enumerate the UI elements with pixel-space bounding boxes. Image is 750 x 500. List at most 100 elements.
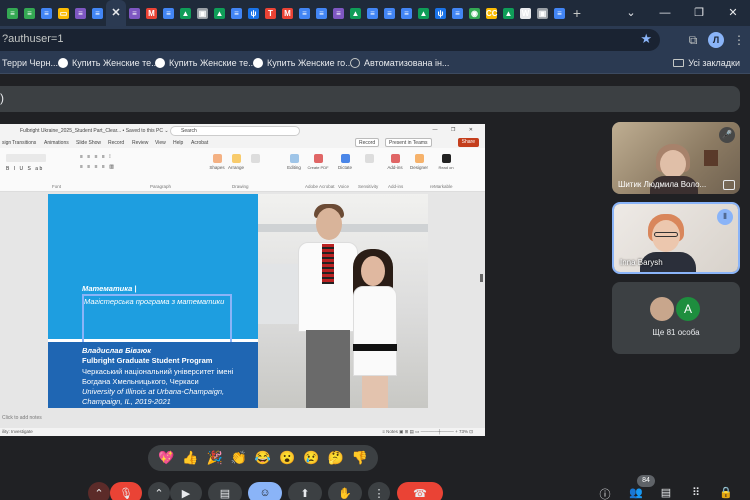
browser-tab[interactable]: ψ: [245, 0, 262, 26]
mic-options-chevron[interactable]: ⌃: [88, 482, 110, 500]
font-box[interactable]: [6, 154, 46, 162]
browser-tab[interactable]: ≡: [21, 0, 38, 26]
people-icon[interactable]: 👥: [626, 486, 646, 499]
browser-tab[interactable]: ≡: [38, 0, 55, 26]
minimize-button[interactable]: —: [648, 0, 682, 26]
extensions-icon[interactable]: ⧉: [682, 33, 704, 48]
raise-hand-button[interactable]: ✋: [328, 482, 362, 500]
browser-tab[interactable]: ≡: [364, 0, 381, 26]
browser-tab[interactable]: M: [143, 0, 160, 26]
browser-tab[interactable]: ▭: [55, 0, 72, 26]
sensitivity-button[interactable]: [357, 154, 381, 165]
all-bookmarks-button[interactable]: Усі закладки: [673, 58, 740, 68]
browser-tab[interactable]: ≡: [398, 0, 415, 26]
browser-tab[interactable]: ≡: [126, 0, 143, 26]
share-button[interactable]: Share: [457, 138, 479, 147]
camera-options-chevron[interactable]: ⌃: [148, 482, 170, 500]
bookmark-item[interactable]: Купить Женские те...: [155, 58, 256, 68]
browser-tab[interactable]: ψ: [432, 0, 449, 26]
surprised-reaction-button[interactable]: 😮: [279, 445, 295, 471]
close-icon[interactable]: ✕: [111, 7, 122, 19]
camera-button[interactable]: ▶: [170, 482, 202, 500]
tab-search-icon[interactable]: ⌄: [614, 0, 648, 26]
browser-tab[interactable]: ≡: [89, 0, 106, 26]
participant-tile[interactable]: 🎤 Шитик Людмила Воло...: [612, 122, 740, 194]
font-format-icons[interactable]: B I U S ab: [6, 166, 50, 172]
paragraph-icons[interactable]: ≡ ≡ ≡ ≡ ⁞: [80, 154, 140, 160]
clap-reaction-button[interactable]: 👏: [231, 445, 247, 471]
thumbs-down-reaction-button[interactable]: 👎: [352, 445, 368, 471]
quick-styles-button[interactable]: [243, 154, 267, 165]
new-tab-button[interactable]: +: [568, 5, 586, 21]
profile-avatar[interactable]: Л: [708, 32, 724, 48]
browser-tab[interactable]: CC: [483, 0, 500, 26]
ribbon-tab[interactable]: Record: [108, 140, 124, 146]
heart-reaction-button[interactable]: 💖: [158, 445, 174, 471]
paragraph-align-icons[interactable]: ≡ ≡ ≡ ≡ ▥: [80, 164, 140, 170]
restore-button[interactable]: ❐: [682, 0, 716, 26]
powerpoint-search[interactable]: Search: [170, 126, 300, 136]
mic-button[interactable]: 🎙: [110, 482, 142, 500]
designer-button[interactable]: Designer: [407, 154, 431, 170]
end-call-button[interactable]: ☎: [397, 482, 443, 500]
participant-tile-active-speaker[interactable]: ⦀ Inna Barysh: [612, 202, 740, 274]
ribbon-tab[interactable]: Animations: [44, 140, 69, 146]
browser-tab[interactable]: ≡: [381, 0, 398, 26]
more-options-button[interactable]: ⋮: [368, 482, 390, 500]
editing-button[interactable]: Editing: [282, 154, 306, 170]
record-button[interactable]: Record: [355, 138, 380, 147]
bookmark-item[interactable]: Купить Женские те...: [58, 58, 159, 68]
thumbs-up-reaction-button[interactable]: 👍: [182, 445, 198, 471]
browser-tab[interactable]: ▲: [211, 0, 228, 26]
more-participants-tile[interactable]: A Ще 81 особа: [612, 282, 740, 354]
bookmark-item[interactable]: Автоматизована ін...: [350, 58, 449, 68]
menu-icon[interactable]: ⋮: [728, 33, 750, 47]
captions-button[interactable]: ▤: [208, 482, 242, 500]
browser-tab[interactable]: M: [279, 0, 296, 26]
chat-icon[interactable]: ▤: [656, 486, 676, 499]
url-text[interactable]: ?authuser=1: [2, 33, 63, 45]
sad-reaction-button[interactable]: 😢: [303, 445, 319, 471]
thinking-reaction-button[interactable]: 🤔: [328, 445, 344, 471]
close-window-button[interactable]: ✕: [716, 0, 750, 26]
view-zoom-controls[interactable]: ≡ Notes ▣ ⊞ ▤ ▭ —────┼──── + 73% ⊡: [382, 429, 473, 435]
ribbon-tab[interactable]: View: [155, 140, 166, 146]
host-controls-icon[interactable]: 🔒: [716, 486, 736, 499]
present-in-teams-button[interactable]: Present in Teams: [385, 138, 432, 147]
browser-tab[interactable]: ▲: [177, 0, 194, 26]
info-icon[interactable]: ⓘ: [595, 486, 615, 500]
dictate-button[interactable]: Dictate: [333, 154, 357, 170]
browser-tab[interactable]: ≡: [160, 0, 177, 26]
omnibox[interactable]: ?authuser=1 ★: [0, 29, 660, 51]
browser-tab[interactable]: ≡: [228, 0, 245, 26]
bookmark-item[interactable]: Купить Женские го...: [253, 58, 353, 68]
ribbon-tab[interactable]: Acrobat: [191, 140, 208, 146]
slide-scrollbar[interactable]: [480, 274, 483, 282]
browser-tab[interactable]: ≡: [72, 0, 89, 26]
browser-tab[interactable]: ≡: [4, 0, 21, 26]
present-button[interactable]: ⬆: [288, 482, 322, 500]
browser-tab[interactable]: ▣: [534, 0, 551, 26]
bookmark-star-icon[interactable]: ★: [640, 31, 652, 47]
ribbon-tab[interactable]: Transitions: [12, 140, 36, 146]
browser-tab[interactable]: ≡: [551, 0, 568, 26]
ribbon-tab[interactable]: Help: [173, 140, 183, 146]
browser-tab[interactable]: W: [517, 0, 534, 26]
bookmark-item[interactable]: Терри Черн...: [2, 58, 58, 68]
party-reaction-button[interactable]: 🎉: [206, 445, 222, 471]
create-pdf-button[interactable]: Create PDF: [306, 154, 330, 170]
ribbon-tab[interactable]: Review: [132, 140, 148, 146]
activities-icon[interactable]: ⠿: [686, 486, 706, 499]
notes-pane[interactable]: Click to add notes: [0, 415, 485, 423]
reactions-button[interactable]: ☺: [248, 482, 282, 500]
browser-tab[interactable]: ≡: [449, 0, 466, 26]
add-ins-button[interactable]: Add-ins: [383, 154, 407, 170]
slide[interactable]: Математика | Магістерська програма з мат…: [48, 194, 428, 408]
browser-tab[interactable]: ▲: [347, 0, 364, 26]
browser-tab[interactable]: ▲: [415, 0, 432, 26]
active-tab[interactable]: ✕: [106, 0, 126, 26]
browser-tab[interactable]: ▣: [194, 0, 211, 26]
accessibility-status[interactable]: ility: Investigate: [2, 429, 33, 434]
browser-tab[interactable]: T: [262, 0, 279, 26]
browser-tab[interactable]: ≡: [330, 0, 347, 26]
